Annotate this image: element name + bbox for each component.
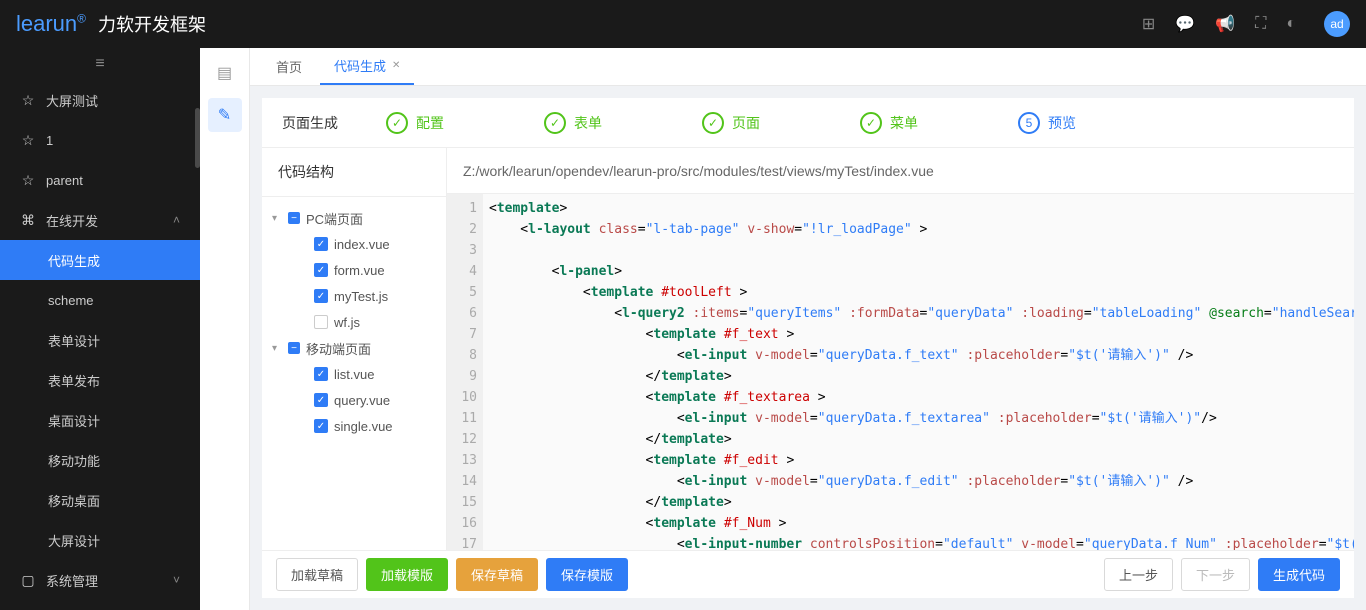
tree-node-移动端页面[interactable]: ▾−移动端页面: [262, 335, 446, 361]
sidebar-item-桌面设计[interactable]: 桌面设计: [0, 400, 200, 440]
sidebar-item-移动功能[interactable]: 移动功能: [0, 440, 200, 480]
close-icon[interactable]: ✕: [392, 60, 400, 71]
file-path: Z:/work/learun/opendev/learun-pro/src/mo…: [447, 148, 1354, 194]
sidebar-item-parent[interactable]: ☆parent: [0, 160, 200, 200]
checkbox-icon[interactable]: ✓: [314, 237, 328, 251]
checkbox-icon[interactable]: [314, 315, 328, 329]
scrollbar-thumb[interactable]: [195, 108, 200, 168]
step-表单[interactable]: ✓表单: [544, 112, 602, 134]
folder-icon: −: [288, 342, 300, 354]
tree-node-query.vue[interactable]: ✓query.vue: [262, 387, 446, 413]
save-draft-button[interactable]: 保存草稿: [456, 558, 538, 591]
step-页面[interactable]: ✓页面: [702, 112, 760, 134]
logo: learun®: [16, 11, 86, 37]
sidebar: ≡ ☆大屏测试☆1☆parent⌘在线开发˄代码生成scheme表单设计表单发布…: [0, 48, 200, 610]
menu-icon: ☆: [20, 172, 36, 189]
checkbox-icon[interactable]: ✓: [314, 419, 328, 433]
sidebar-item-系统管理[interactable]: ▢系统管理˅: [0, 560, 200, 600]
check-icon: ✓: [860, 112, 882, 134]
message-icon[interactable]: 💬: [1175, 14, 1195, 34]
folder-icon: −: [288, 212, 300, 224]
sidebar-item-大屏设计[interactable]: 大屏设计: [0, 520, 200, 560]
add-app-icon[interactable]: ⊞: [1142, 14, 1155, 34]
load-template-button[interactable]: 加载模版: [366, 558, 448, 591]
sidebar-item-表单设计[interactable]: 表单设计: [0, 320, 200, 360]
sidebar-item-scheme[interactable]: scheme: [0, 280, 200, 320]
code-editor[interactable]: 123456789101112131415161718 <template> <…: [447, 194, 1354, 550]
step-预览[interactable]: 5预览: [1018, 112, 1076, 134]
menu-icon: ▢: [20, 572, 36, 589]
menu-icon: ☆: [20, 132, 36, 149]
fullscreen-icon[interactable]: ⛶: [1255, 15, 1266, 33]
next-button[interactable]: 下一步: [1181, 558, 1250, 591]
sidebar-item-移动桌面[interactable]: 移动桌面: [0, 480, 200, 520]
notification-icon[interactable]: 📢: [1215, 14, 1235, 34]
checkbox-icon[interactable]: ✓: [314, 263, 328, 277]
chevron-down-icon: ˅: [173, 573, 180, 587]
save-template-button[interactable]: 保存模版: [546, 558, 628, 591]
menu-icon: ☆: [20, 92, 36, 109]
tab-bar: 首页代码生成✕: [250, 48, 1366, 86]
generate-button[interactable]: 生成代码: [1258, 558, 1340, 591]
sidebar-item-在线开发[interactable]: ⌘在线开发˄: [0, 200, 200, 240]
tree-panel: 代码结构 ▾−PC端页面✓index.vue✓form.vue✓myTest.j…: [262, 148, 447, 550]
sidebar-item-大屏测试[interactable]: ☆大屏测试: [0, 80, 200, 120]
check-icon: ✓: [386, 112, 408, 134]
tree-node-list.vue[interactable]: ✓list.vue: [262, 361, 446, 387]
step-number: 5: [1018, 112, 1040, 134]
steps-title: 页面生成: [282, 113, 338, 133]
tree-node-form.vue[interactable]: ✓form.vue: [262, 257, 446, 283]
chevron-up-icon: ˄: [173, 213, 180, 227]
load-draft-button[interactable]: 加载草稿: [276, 558, 358, 591]
toggle-icon: ▾: [272, 343, 282, 354]
avatar[interactable]: ad: [1324, 11, 1350, 37]
step-菜单[interactable]: ✓菜单: [860, 112, 918, 134]
check-icon: ✓: [702, 112, 724, 134]
toggle-icon: ▾: [272, 213, 282, 224]
checkbox-icon[interactable]: ✓: [314, 393, 328, 407]
sidebar-item-代码生成[interactable]: 代码生成: [0, 240, 200, 280]
app-title: 力软开发框架: [98, 11, 206, 37]
tab-代码生成[interactable]: 代码生成✕: [320, 48, 414, 85]
steps-bar: 页面生成 ✓配置 ✓表单 ✓页面 ✓菜单 5预览: [262, 98, 1354, 148]
sidebar-item-1[interactable]: ☆1: [0, 120, 200, 160]
tree-node-single.vue[interactable]: ✓single.vue: [262, 413, 446, 439]
tree-node-index.vue[interactable]: ✓index.vue: [262, 231, 446, 257]
sidebar-item-表单发布[interactable]: 表单发布: [0, 360, 200, 400]
tool-table-icon[interactable]: ▤: [208, 56, 242, 90]
prev-button[interactable]: 上一步: [1104, 558, 1173, 591]
tree-title: 代码结构: [262, 148, 446, 197]
sidebar-toggle-icon[interactable]: ≡: [0, 48, 200, 80]
app-header: learun® 力软开发框架 ⊞ 💬 📢 ⛶ ◐ ad: [0, 0, 1366, 48]
tool-edit-icon[interactable]: ✎: [208, 98, 242, 132]
theme-icon[interactable]: ◐: [1286, 15, 1296, 33]
tree-node-PC端页面[interactable]: ▾−PC端页面: [262, 205, 446, 231]
menu-icon: ⌘: [20, 212, 36, 229]
checkbox-icon[interactable]: ✓: [314, 289, 328, 303]
tree-node-myTest.js[interactable]: ✓myTest.js: [262, 283, 446, 309]
checkbox-icon[interactable]: ✓: [314, 367, 328, 381]
tab-首页[interactable]: 首页: [262, 48, 316, 85]
mini-toolbar: ▤ ✎: [200, 48, 250, 610]
tree-node-wf.js[interactable]: wf.js: [262, 309, 446, 335]
check-icon: ✓: [544, 112, 566, 134]
step-配置[interactable]: ✓配置: [386, 112, 444, 134]
